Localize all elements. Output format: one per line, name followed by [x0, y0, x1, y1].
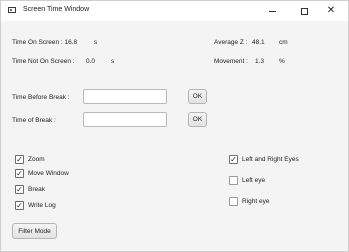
window-title: Screen Time Window	[23, 6, 90, 13]
close-icon: ✕	[326, 5, 336, 16]
move-window-label: Move Window	[28, 170, 69, 177]
check-icon: ✓	[15, 200, 24, 210]
title-bar: Screen Time Window ✕	[1, 1, 348, 21]
write-log-label: Write Log	[28, 202, 56, 209]
movement-value: 1.3	[255, 58, 265, 65]
zoom-label: Zoom	[28, 156, 45, 163]
left-and-right-eyes-label: Left and Right Eyes	[242, 156, 299, 163]
movement-unit: %	[279, 58, 285, 65]
move-window-checkbox[interactable]: ✓ Move Window	[15, 169, 69, 178]
left-and-right-eyes-checkbox[interactable]: ✓ Left and Right Eyes	[229, 155, 299, 164]
unchecked-box-icon	[229, 176, 238, 185]
maximize-button[interactable]	[290, 1, 318, 21]
screen-time-window: Screen Time Window ✕ Time On Screen : 16…	[0, 0, 349, 252]
time-not-on-screen-label: Time Not On Screen :	[12, 58, 75, 65]
average-z-label: Average Z :	[214, 39, 248, 46]
time-before-break-input[interactable]	[83, 89, 167, 104]
zoom-checkbox[interactable]: ✓ Zoom	[15, 155, 45, 164]
time-of-break-input[interactable]	[83, 112, 167, 127]
check-icon: ✓	[15, 168, 24, 178]
maximize-icon	[300, 7, 308, 15]
check-icon: ✓	[15, 154, 24, 164]
time-not-on-screen-unit: s	[111, 58, 115, 65]
filter-mode-button[interactable]: Filter Mode	[12, 223, 57, 239]
break-checkbox[interactable]: ✓ Break	[15, 185, 45, 194]
time-before-break-label: Time Before Break :	[12, 94, 70, 101]
time-on-screen-label: Time On Screen : 16.8	[12, 39, 78, 46]
break-label: Break	[28, 186, 45, 193]
time-of-break-label: Time of Break :	[12, 117, 56, 124]
minimize-button[interactable]	[258, 1, 286, 21]
unchecked-box-icon	[229, 197, 238, 206]
check-icon: ✓	[15, 184, 24, 194]
average-z-value: 48.1	[252, 39, 265, 46]
time-before-break-ok-button[interactable]: OK	[188, 89, 207, 104]
right-eye-checkbox[interactable]: Right eye	[229, 197, 269, 206]
time-not-on-screen-value: 0.0	[86, 58, 96, 65]
minimize-icon	[268, 10, 276, 12]
check-icon: ✓	[229, 154, 238, 164]
app-icon	[8, 7, 16, 13]
average-z-unit: cm	[279, 39, 288, 46]
close-button[interactable]: ✕	[317, 1, 345, 21]
left-eye-checkbox[interactable]: Left eye	[229, 176, 265, 185]
right-eye-label: Right eye	[242, 198, 270, 205]
time-of-break-ok-button[interactable]: OK	[188, 112, 207, 127]
left-eye-label: Left eye	[242, 177, 266, 184]
time-on-screen-unit: s	[94, 39, 98, 46]
write-log-checkbox[interactable]: ✓ Write Log	[15, 201, 56, 210]
movement-label: Movement :	[214, 58, 248, 65]
